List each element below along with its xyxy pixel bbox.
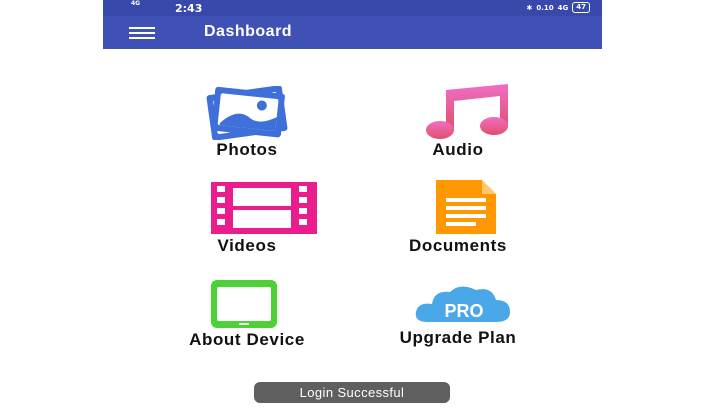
phone-screen: 4G 2:43 ✱ 0.10 4G 47 Dashboard Photos Au… <box>103 0 602 420</box>
smartphone-icon <box>211 280 277 328</box>
battery-level: 47 <box>576 3 586 11</box>
pro-cloud-icon: PRO <box>415 286 510 322</box>
network-indicator: 4G <box>131 0 141 7</box>
tile-label: Upgrade Plan <box>399 328 517 347</box>
tile-label: Photos <box>216 140 278 159</box>
film-strip-icon <box>211 182 317 234</box>
tile-label: About Device <box>189 330 305 349</box>
tile-label: Audio <box>432 140 484 159</box>
tile-videos[interactable]: Videos <box>147 180 347 256</box>
tile-audio[interactable]: Audio <box>358 82 558 160</box>
pro-badge-text: PRO <box>444 301 483 321</box>
app-bar: Dashboard <box>103 16 602 49</box>
document-icon <box>436 180 496 234</box>
battery-icon: 47 <box>572 2 590 13</box>
page-title: Dashboard <box>204 23 293 40</box>
music-note-icon <box>426 84 508 139</box>
data-rate: 0.10 <box>536 3 554 12</box>
status-bar: 4G 2:43 ✱ 0.10 4G 47 <box>103 0 602 16</box>
tile-about-device[interactable]: About Device <box>147 278 347 350</box>
status-time: 2:43 <box>175 2 203 15</box>
hamburger-menu-icon[interactable] <box>129 27 155 39</box>
tile-upgrade-plan[interactable]: PRO Upgrade Plan <box>358 282 558 348</box>
bluetooth-icon: ✱ <box>526 3 533 12</box>
tile-label: Documents <box>409 236 507 255</box>
tile-documents[interactable]: Documents <box>358 178 558 256</box>
signal-indicator: 4G <box>557 3 569 12</box>
tile-label: Videos <box>217 236 277 255</box>
photos-icon <box>206 86 288 140</box>
status-right-group: ✱ 0.10 4G 47 <box>526 2 590 13</box>
toast-message: Login Successful <box>254 382 450 403</box>
tile-photos[interactable]: Photos <box>147 86 347 160</box>
